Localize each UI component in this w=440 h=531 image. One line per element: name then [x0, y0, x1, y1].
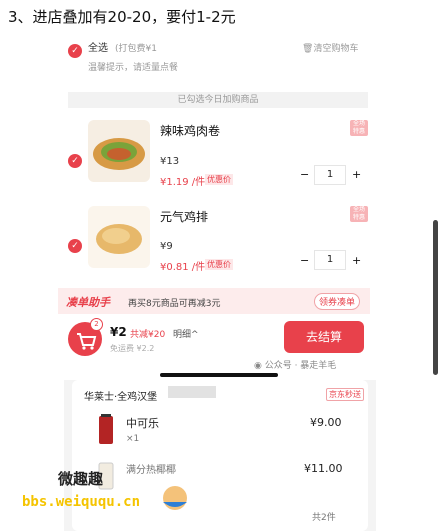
product-1-image: [88, 120, 150, 182]
product-1-promo-price: ¥1.19 /件: [160, 177, 206, 188]
item-1-qty: ×1: [126, 434, 140, 444]
badge-icon: 全场 特惠: [350, 120, 368, 136]
store-tag: 京东秒送: [326, 388, 364, 401]
packing-fee: (打包费¥1: [115, 44, 157, 54]
total-price: ¥2: [110, 325, 127, 339]
chicken-cutlet-icon: [96, 224, 142, 254]
chicken-wrap-icon: [93, 138, 145, 170]
helper-text: 再买8元商品可再减3元: [128, 299, 221, 309]
product-2-promo-price: ¥0.81 /件: [160, 262, 206, 273]
store-name: 华莱士·全鸡汉堡: [84, 392, 158, 403]
item-1-name: 中可乐: [126, 417, 159, 430]
item-1-image: [94, 412, 118, 446]
home-indicator: [160, 373, 278, 377]
saved-amount: 共减¥20: [130, 330, 166, 340]
logo-url-text: bbs.weiququ.cn: [22, 494, 141, 510]
get-coupon-button[interactable]: 领券凑单: [314, 293, 361, 310]
item-2-price: ¥11.00: [304, 462, 343, 475]
detail-link[interactable]: 明细^: [173, 327, 199, 340]
item-count: 共2件: [312, 513, 336, 523]
badge-icon: 全场 特惠: [350, 206, 368, 222]
added-banner: 已勾选今日加购商品: [68, 92, 368, 108]
product-2-name: 元气鸡排: [160, 210, 209, 224]
product-2-tag: 优惠价: [205, 259, 233, 270]
clear-cart-button[interactable]: 🗑清空购物车: [302, 41, 358, 54]
item-2-name: 满分热椰椰: [126, 465, 176, 476]
product-1-price: ¥13: [160, 156, 180, 167]
check-icon: ✓: [68, 154, 82, 168]
item-1-price: ¥9.00: [310, 416, 342, 429]
product-2-checkbox[interactable]: ✓: [68, 233, 82, 253]
product-2-qty[interactable]: 1: [314, 250, 346, 270]
select-all-label: 全选: [88, 43, 108, 54]
cola-cup-icon: [99, 414, 113, 444]
product-1-minus[interactable]: −: [300, 168, 309, 181]
helper-brand: 凑单助手: [66, 296, 110, 309]
scrollbar[interactable]: [433, 220, 438, 375]
watermark: ◉ 公众号 · 暴走羊毛: [254, 361, 337, 371]
product-1-plus[interactable]: +: [352, 168, 361, 181]
page-heading: 3、进店叠加有20-20，要付1-2元: [8, 8, 236, 26]
tip-text: 温馨提示，请适量点餐: [88, 63, 179, 73]
product-1-tag: 优惠价: [205, 174, 233, 185]
cart-count-badge: 2: [90, 318, 103, 331]
product-1-checkbox[interactable]: ✓: [68, 148, 82, 168]
product-1-qty[interactable]: 1: [314, 165, 346, 185]
select-all-checkbox[interactable]: ✓: [68, 38, 82, 58]
wechat-icon: ◉: [254, 361, 265, 371]
cartoon-icon: [163, 486, 187, 510]
product-2-minus[interactable]: −: [300, 254, 309, 267]
product-2-plus[interactable]: +: [352, 254, 361, 267]
trash-icon: 🗑: [302, 44, 314, 54]
check-icon: ✓: [68, 239, 82, 253]
delivery-fee: 免运费 ¥2.2: [110, 344, 155, 353]
product-1-name: 辣味鸡肉卷: [160, 124, 221, 138]
blurred-text: [168, 386, 216, 398]
logo-top-text: 微趣趣: [58, 470, 104, 488]
product-2-price: ¥9: [160, 241, 173, 252]
product-2-image: [88, 206, 150, 268]
chevron-up-icon: ^: [191, 330, 199, 340]
check-icon: ✓: [68, 44, 82, 58]
checkout-button[interactable]: 去结算: [284, 321, 364, 353]
mascot-icon: [158, 482, 192, 512]
